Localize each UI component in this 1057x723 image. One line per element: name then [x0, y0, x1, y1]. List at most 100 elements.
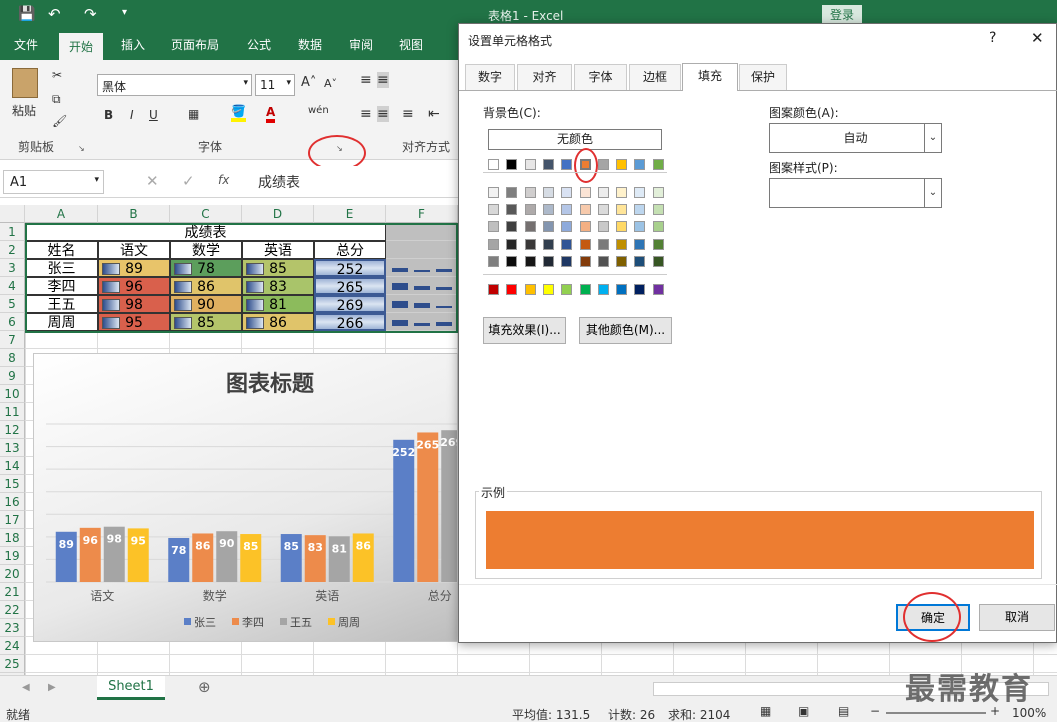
pattern-style-select[interactable]: ⌄ [769, 178, 942, 208]
legend-label[interactable]: 张三 [194, 616, 216, 629]
color-swatch[interactable] [616, 187, 628, 198]
standard-color-swatch[interactable] [561, 284, 573, 295]
color-swatch[interactable] [597, 159, 609, 170]
align-left-icon[interactable]: ≡ [360, 106, 372, 122]
color-swatch[interactable] [616, 255, 628, 267]
tab-file[interactable]: 文件 [14, 36, 38, 53]
border-icon[interactable]: ▦ [188, 107, 199, 121]
color-swatch[interactable] [506, 238, 518, 250]
legend-label[interactable]: 李四 [242, 615, 264, 629]
color-swatch[interactable] [542, 238, 554, 250]
color-swatch[interactable] [652, 238, 664, 250]
color-swatch[interactable] [506, 221, 518, 233]
color-swatch[interactable] [652, 221, 664, 233]
color-swatch[interactable] [579, 187, 591, 198]
column-header[interactable]: C [170, 205, 242, 223]
tab-number[interactable]: 数字 [465, 64, 515, 90]
align-right-icon[interactable]: ≡ [402, 106, 414, 122]
align-top-icon[interactable]: ≡ [360, 72, 372, 88]
row-header[interactable]: 11 [0, 403, 25, 421]
help-button[interactable]: ? [989, 30, 996, 46]
legend-label[interactable]: 王五 [290, 616, 312, 629]
color-swatch[interactable] [542, 255, 554, 267]
paste-button[interactable]: 粘贴 [12, 102, 36, 119]
color-swatch[interactable] [488, 255, 499, 267]
color-swatch[interactable] [652, 159, 664, 170]
standard-color-swatch[interactable] [579, 284, 591, 295]
row-header[interactable]: 22 [0, 601, 25, 619]
login-button[interactable]: 登录 [822, 5, 863, 24]
color-swatch[interactable] [616, 159, 628, 170]
color-swatch[interactable] [634, 255, 646, 267]
chart-bar[interactable] [441, 430, 458, 582]
align-center-icon[interactable]: ≡ [377, 106, 389, 122]
scroll-left-icon[interactable]: ◀ [22, 682, 30, 693]
color-swatch[interactable] [616, 204, 628, 216]
color-swatch[interactable] [561, 187, 573, 198]
standard-color-swatch[interactable] [597, 284, 609, 295]
color-swatch[interactable] [579, 238, 591, 250]
color-swatch[interactable] [634, 187, 646, 198]
color-swatch[interactable] [524, 187, 536, 198]
row-header[interactable]: 13 [0, 439, 25, 457]
standard-color-swatch[interactable] [506, 284, 518, 295]
color-swatch[interactable] [597, 204, 609, 216]
row-header[interactable]: 4 [0, 277, 25, 295]
color-swatch[interactable] [561, 255, 573, 267]
color-swatch[interactable] [488, 187, 499, 198]
fill-effects-button[interactable]: 填充效果(I)... [483, 317, 566, 344]
format-painter-icon[interactable]: 🖌 [52, 114, 67, 128]
cut-icon[interactable]: ✂ [52, 68, 62, 82]
color-swatch[interactable] [652, 187, 664, 198]
page-layout-icon[interactable]: ▣ [798, 704, 809, 718]
color-swatch[interactable] [634, 204, 646, 216]
color-swatch[interactable] [561, 159, 573, 170]
name-box[interactable]: A1 ▾ [3, 170, 104, 194]
color-swatch[interactable] [524, 221, 536, 233]
row-header[interactable]: 5 [0, 295, 25, 313]
tab-fill[interactable]: 填充 [682, 63, 738, 91]
scroll-right-icon[interactable]: ▶ [48, 682, 56, 693]
standard-color-swatch[interactable] [488, 284, 499, 295]
color-swatch[interactable] [634, 159, 646, 170]
row-header[interactable]: 16 [0, 493, 25, 511]
color-swatch[interactable] [597, 187, 609, 198]
color-swatch[interactable] [561, 221, 573, 233]
tab-protection[interactable]: 保护 [739, 64, 787, 90]
color-swatch[interactable] [597, 238, 609, 250]
chart-bar[interactable] [393, 439, 415, 582]
column-header[interactable]: D [242, 205, 314, 223]
color-swatch[interactable] [524, 255, 536, 267]
row-header[interactable]: 20 [0, 565, 25, 583]
cancel-icon[interactable]: ✕ [146, 172, 159, 190]
fill-color-icon[interactable]: 🪣 [231, 104, 246, 122]
color-swatch[interactable] [634, 238, 646, 250]
clipboard-launcher-icon[interactable]: ↘ [78, 144, 85, 153]
bar-chart[interactable]: 图表标题 89 96 98 95 语文 78 86 90 85 数学 85 83 81 86 英语 252 26… [33, 353, 458, 642]
row-header[interactable]: 19 [0, 547, 25, 565]
font-name-select[interactable]: 黑体 ▾ [97, 74, 252, 96]
insert-function-icon[interactable]: fx [218, 173, 229, 187]
standard-color-swatch[interactable] [616, 284, 628, 295]
color-swatch[interactable] [542, 221, 554, 233]
pattern-color-select[interactable]: 自动 ⌄ [769, 123, 942, 153]
tab-border[interactable]: 边框 [629, 64, 681, 90]
color-swatch[interactable] [542, 187, 554, 198]
row-header[interactable]: 25 [0, 655, 25, 673]
color-swatch[interactable] [542, 159, 554, 170]
color-swatch[interactable] [524, 238, 536, 250]
color-swatch[interactable] [524, 204, 536, 216]
phonetic-icon[interactable]: wén [308, 105, 329, 116]
row-header[interactable]: 24 [0, 637, 25, 655]
increase-font-icon[interactable]: A˄ [301, 75, 316, 90]
standard-color-swatch[interactable] [542, 284, 554, 295]
normal-view-icon[interactable]: ▦ [760, 704, 771, 718]
standard-color-swatch[interactable] [652, 284, 664, 295]
bold-button[interactable]: B [104, 108, 113, 122]
row-header[interactable]: 21 [0, 583, 25, 601]
color-swatch[interactable] [542, 204, 554, 216]
row-header[interactable]: 6 [0, 313, 25, 331]
add-sheet-icon[interactable]: ⊕ [198, 678, 211, 696]
tab-review[interactable]: 审阅 [349, 36, 373, 53]
sheet-tab[interactable]: Sheet1 [97, 676, 165, 700]
